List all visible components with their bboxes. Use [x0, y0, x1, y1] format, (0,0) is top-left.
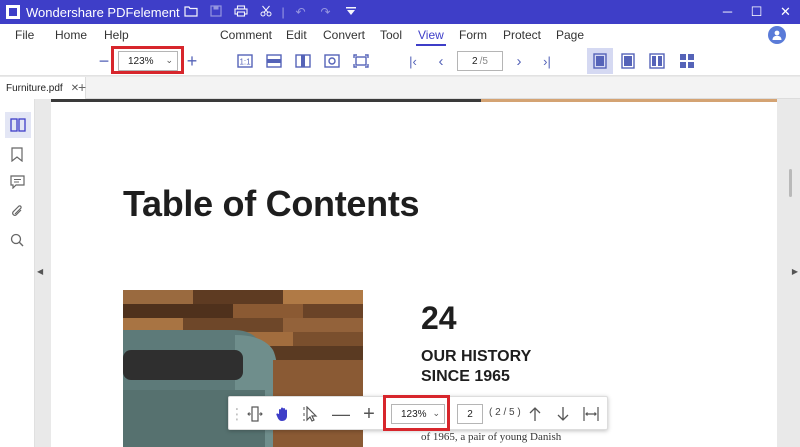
grid-page-icon[interactable]: [677, 51, 697, 71]
menu-page[interactable]: Page: [556, 28, 584, 42]
fit-height-icon[interactable]: [293, 51, 313, 71]
undo-icon[interactable]: ↶: [288, 5, 313, 19]
svg-text:1:1: 1:1: [239, 58, 251, 67]
comment-icon[interactable]: [7, 172, 27, 192]
redo-icon[interactable]: ↷: [313, 5, 338, 19]
collapse-left-icon[interactable]: ◀: [37, 267, 43, 276]
fit-visible-icon[interactable]: [322, 51, 342, 71]
page-current: 2: [472, 55, 478, 67]
fit-page-icon[interactable]: [351, 51, 371, 71]
zoom-out-button-float[interactable]: —: [331, 404, 351, 424]
zoom-select[interactable]: 123% ⌄: [118, 51, 178, 71]
first-page-icon[interactable]: |‹: [406, 51, 420, 71]
page-total: /5: [479, 55, 488, 67]
menu-convert[interactable]: Convert: [323, 28, 365, 42]
add-tab-button[interactable]: +: [78, 79, 86, 95]
page-number-field[interactable]: 2 /5: [457, 51, 503, 71]
drag-handle[interactable]: ⋮: [230, 404, 245, 424]
window-controls: ─ ☐ ✕: [713, 4, 800, 20]
toc-heading: OUR HISTORY SINCE 1965: [421, 347, 531, 387]
arrow-up-icon[interactable]: [525, 404, 545, 424]
page-title: Table of Contents: [123, 183, 420, 224]
menu-bar: File Home Help Comment Edit Convert Tool…: [0, 24, 800, 46]
toc-heading-line2: SINCE 1965: [421, 368, 510, 385]
bookmark-icon[interactable]: [7, 144, 27, 164]
menu-edit[interactable]: Edit: [286, 28, 307, 42]
menu-help[interactable]: Help: [104, 28, 129, 42]
app-title: Wondershare PDFelement: [26, 4, 180, 20]
menu-view[interactable]: View: [416, 28, 446, 46]
fit-page-width-icon[interactable]: [245, 404, 265, 424]
page-total-float: ( 2 / 5 ): [489, 407, 521, 418]
close-window-button[interactable]: ✕: [771, 4, 800, 20]
tab-furniture[interactable]: Furniture.pdf ✕: [0, 77, 87, 99]
actual-size-icon[interactable]: 1:1: [235, 51, 255, 71]
zoom-select-float[interactable]: 123% ⌄: [391, 404, 445, 424]
chevron-down-icon: ⌄: [432, 408, 440, 418]
chevron-down-icon: ⌄: [165, 55, 173, 65]
zoom-out-button[interactable]: −: [97, 51, 111, 71]
app-logo-icon: [6, 5, 20, 19]
menu-comment[interactable]: Comment: [220, 28, 272, 42]
divider: |: [281, 5, 285, 19]
view-toolbar: − 123% ⌄ + 1:1 |‹ ‹ 2 /5 › ›|: [0, 46, 800, 76]
menu-tool[interactable]: Tool: [380, 28, 402, 42]
left-sidebar: [0, 99, 35, 447]
menu-home[interactable]: Home: [55, 28, 87, 42]
continuous-page-icon[interactable]: [618, 51, 638, 71]
document-canvas[interactable]: ◀ Table of Contents 24 OUR HISTORY SINCE…: [35, 99, 800, 447]
menu-file[interactable]: File: [15, 28, 34, 42]
zoom-value: 123%: [128, 55, 154, 67]
user-avatar[interactable]: [768, 26, 786, 44]
next-page-icon[interactable]: ›: [512, 51, 526, 71]
maximize-button[interactable]: ☐: [742, 4, 771, 20]
zoom-value-float: 123%: [401, 408, 427, 420]
toc-body-text: of 1965, a pair of young Danish: [421, 431, 562, 443]
single-page-icon[interactable]: [587, 48, 613, 74]
customize-dropdown-icon[interactable]: [338, 5, 363, 19]
pdf-page: Table of Contents 24 OUR HISTORY SINCE 1…: [51, 99, 777, 447]
thumbnails-icon[interactable]: [5, 112, 31, 138]
page-number-field-float[interactable]: 2: [457, 404, 483, 424]
toc-heading-line1: OUR HISTORY: [421, 348, 532, 365]
quick-access-toolbar: | ↶ ↷: [178, 4, 363, 20]
tab-label: Furniture.pdf: [6, 82, 63, 94]
scissors-icon[interactable]: [253, 5, 278, 20]
zoom-in-button[interactable]: +: [185, 51, 199, 71]
floating-toolbar: ⋮ — + 123% ⌄ 2 ( 2 / 5 ): [228, 396, 608, 430]
fit-width-icon[interactable]: [264, 51, 284, 71]
hand-tool-icon[interactable]: [273, 404, 293, 424]
collapse-right-icon[interactable]: ▶: [792, 267, 798, 276]
document-tab-bar: Furniture.pdf ✕ +: [0, 77, 800, 99]
open-folder-icon[interactable]: [178, 5, 203, 20]
zoom-in-button-float[interactable]: +: [359, 403, 379, 425]
last-page-icon[interactable]: ›|: [540, 51, 554, 71]
two-page-icon[interactable]: [647, 51, 667, 71]
previous-page-icon[interactable]: ‹: [434, 51, 448, 71]
fit-height-float-icon[interactable]: [581, 404, 601, 424]
menu-form[interactable]: Form: [459, 28, 487, 42]
search-icon[interactable]: [7, 230, 27, 250]
toc-page-number: 24: [421, 300, 457, 336]
previous-page-edge-accent: [481, 99, 777, 102]
minimize-button[interactable]: ─: [713, 4, 742, 20]
title-bar: Wondershare PDFelement | ↶ ↷ ─ ☐ ✕: [0, 0, 800, 24]
menu-protect[interactable]: Protect: [503, 28, 541, 42]
arrow-down-icon[interactable]: [553, 404, 573, 424]
select-tool-icon[interactable]: [301, 404, 321, 424]
vertical-scrollbar[interactable]: [789, 169, 792, 197]
attachment-icon[interactable]: [7, 201, 27, 221]
save-icon[interactable]: [203, 4, 228, 20]
print-icon[interactable]: [228, 4, 253, 20]
